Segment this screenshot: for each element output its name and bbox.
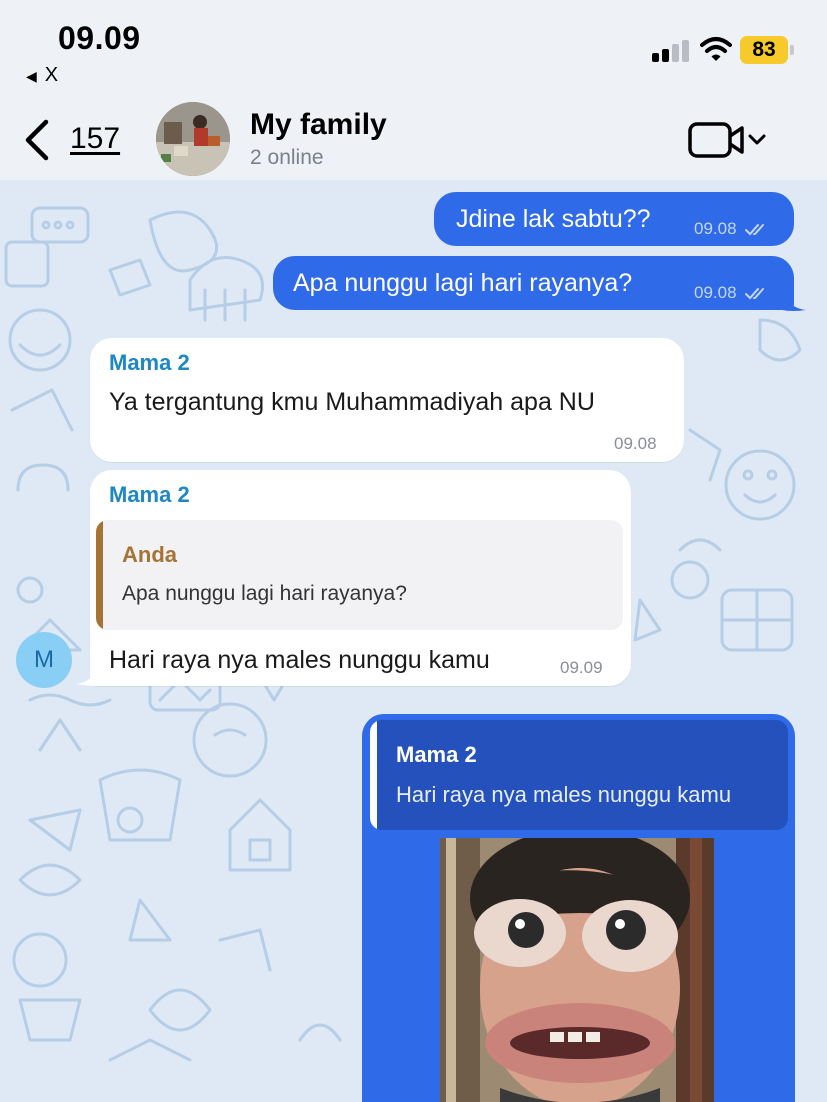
message-bubble-incoming[interactable]: Mama 2 Anda Apa nunggu lagi hari rayanya… (90, 470, 631, 686)
message-bubble-outgoing[interactable]: Apa nunggu lagi hari rayanya? 09.08 (273, 256, 794, 310)
quote-accent-bar (370, 720, 377, 830)
back-chevron-icon[interactable] (22, 118, 54, 162)
bubble-tail (76, 664, 98, 686)
message-time: 09.08 (694, 283, 769, 303)
status-time: 09.09 (58, 20, 141, 56)
reply-quote[interactable]: Mama 2 Hari raya nya males nunggu kamu (370, 720, 788, 830)
group-avatar-photo (156, 102, 230, 176)
group-avatar[interactable] (156, 102, 230, 176)
sender-name[interactable]: Mama 2 (109, 350, 190, 376)
wifi-icon (700, 37, 732, 61)
quote-sender: Anda (122, 542, 177, 567)
quote-sender: Mama 2 (396, 742, 477, 767)
sender-name[interactable]: Mama 2 (109, 482, 190, 508)
quote-accent-bar (96, 520, 103, 630)
video-call-icon[interactable] (688, 120, 770, 162)
message-time-label: 09.08 (694, 219, 737, 238)
message-time: 09.08 (694, 219, 769, 239)
double-check-icon (745, 287, 765, 299)
message-text: Apa nunggu lagi hari rayanya? (293, 269, 633, 297)
message-photo[interactable] (440, 838, 714, 1102)
message-time-label: 09.08 (694, 283, 737, 302)
back-app-label: X (44, 64, 59, 86)
unread-count-link[interactable]: 157 (70, 122, 120, 156)
message-time: 09.09 (560, 658, 603, 677)
top-bar: 09.09 ◀ X 83 157 My family 2 online (0, 0, 827, 180)
message-bubble-outgoing-media[interactable]: Mama 2 Hari raya nya males nunggu kamu (362, 714, 795, 1102)
quote-text: Hari raya nya males nunggu kamu (396, 782, 732, 807)
quote-text: Apa nunggu lagi hari rayanya? (122, 582, 407, 605)
battery-icon: 83 (740, 36, 788, 64)
reply-quote[interactable]: Anda Apa nunggu lagi hari rayanya? (96, 520, 623, 630)
message-text: Ya tergantung kmu Muhammadiyah apa NU (109, 388, 595, 416)
bubble-tail (782, 290, 806, 311)
message-text: Jdine lak sabtu?? (456, 205, 651, 233)
photo-face-filter (440, 838, 714, 1102)
back-triangle-icon: ◀ (26, 68, 37, 84)
message-text: Hari raya nya males nunggu kamu (109, 646, 490, 674)
double-check-icon (745, 223, 765, 235)
back-to-app-link[interactable]: ◀ X (26, 64, 58, 87)
cellular-signal-icon (652, 38, 690, 62)
battery-cap (790, 45, 794, 55)
message-time: 09.08 (614, 434, 657, 453)
message-bubble-outgoing[interactable]: Jdine lak sabtu?? 09.08 (434, 192, 794, 246)
chevron-down-icon (748, 134, 766, 145)
chat-title[interactable]: My family (250, 108, 387, 142)
online-status: 2 online (250, 146, 324, 169)
message-bubble-incoming[interactable]: Mama 2 Ya tergantung kmu Muhammadiyah ap… (90, 338, 684, 462)
sender-avatar[interactable]: M (16, 632, 72, 688)
